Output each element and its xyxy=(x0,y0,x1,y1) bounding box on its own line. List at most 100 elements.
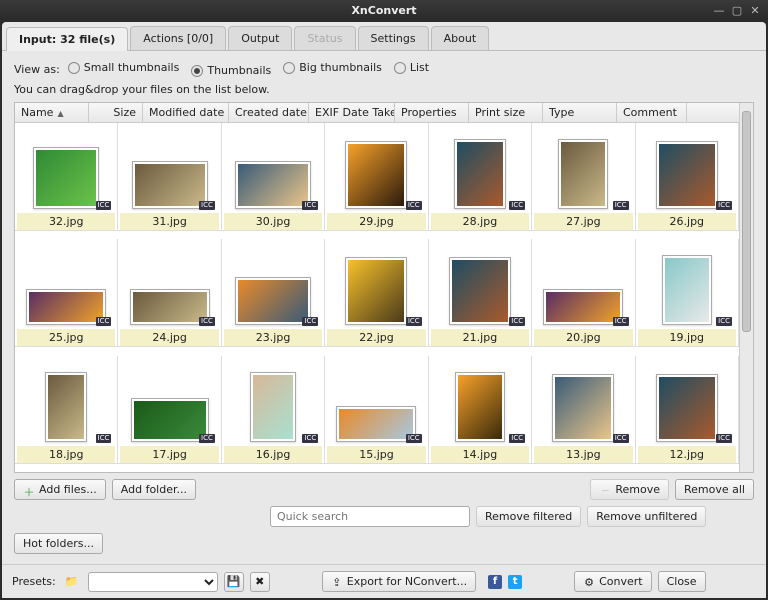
column-name[interactable]: Name▲ xyxy=(15,103,89,122)
file-name: 14.jpg xyxy=(431,446,529,463)
thumbnail-cell[interactable]: ICC28.jpg xyxy=(429,123,532,231)
file-name: 24.jpg xyxy=(120,329,218,346)
close-button[interactable]: Close xyxy=(658,571,706,592)
thumbnail-cell[interactable]: ICC25.jpg xyxy=(15,239,118,347)
icc-badge: ICC xyxy=(96,201,112,210)
export-button[interactable]: ⇪Export for NConvert... xyxy=(322,571,476,592)
thumbnail-cell[interactable]: ICC18.jpg xyxy=(15,356,118,464)
thumbnail-cell[interactable]: ICC15.jpg xyxy=(325,356,428,464)
thumbnail-image xyxy=(662,255,712,325)
file-name: 13.jpg xyxy=(534,446,632,463)
convert-button[interactable]: ⚙Convert xyxy=(574,571,652,592)
thumbnail-image xyxy=(45,372,87,442)
export-icon: ⇪ xyxy=(331,576,343,588)
thumbnail-cell[interactable]: ICC29.jpg xyxy=(325,123,428,231)
thumbnail-cell[interactable]: ICC12.jpg xyxy=(636,356,739,464)
thumbnail-cell[interactable]: ICC14.jpg xyxy=(429,356,532,464)
thumbnails-grid[interactable]: ICC32.jpgICC31.jpgICC30.jpgICC29.jpgICC2… xyxy=(15,123,739,472)
folder-icon[interactable]: 📁 xyxy=(62,572,82,592)
tab-input[interactable]: Input: 32 file(s) xyxy=(6,27,128,51)
remove-all-button[interactable]: Remove all xyxy=(675,479,754,500)
thumbnail-image xyxy=(250,372,296,442)
icc-badge: ICC xyxy=(96,317,112,326)
icc-badge: ICC xyxy=(302,201,318,210)
twitter-icon[interactable]: t xyxy=(508,575,522,589)
view-radio-list[interactable]: List xyxy=(394,61,429,74)
icc-badge: ICC xyxy=(613,434,629,443)
tab-actions[interactable]: Actions [0/0] xyxy=(130,26,226,50)
file-name: 30.jpg xyxy=(224,213,322,230)
file-table: Name▲SizeModified dateCreated dateEXIF D… xyxy=(14,102,754,473)
thumbnail-cell[interactable]: ICC27.jpg xyxy=(532,123,635,231)
vertical-scrollbar[interactable] xyxy=(739,103,753,472)
icc-badge: ICC xyxy=(302,434,318,443)
thumbnail-cell[interactable]: ICC 30.jpg xyxy=(222,123,325,231)
column-exif-date-take[interactable]: EXIF Date Take xyxy=(309,103,395,122)
file-name: 26.jpg xyxy=(638,213,736,230)
thumbnail-cell[interactable]: ICC21.jpg xyxy=(429,239,532,347)
thumbnail-image xyxy=(552,374,614,442)
plus-icon: ＋ xyxy=(23,484,35,496)
tab-output[interactable]: Output xyxy=(228,26,292,50)
minimize-icon[interactable]: — xyxy=(712,3,726,17)
thumbnail-cell[interactable]: ICC 16.jpg xyxy=(222,356,325,464)
presets-select[interactable] xyxy=(88,572,218,592)
file-name: 31.jpg xyxy=(120,213,218,230)
input-panel: View as: Small thumbnails Thumbnails Big t… xyxy=(2,51,766,564)
remove-filtered-button[interactable]: Remove filtered xyxy=(476,506,581,527)
view-radio-big-thumbnails[interactable]: Big thumbnails xyxy=(283,61,382,74)
file-name: 16.jpg xyxy=(224,446,322,463)
add-files-button[interactable]: ＋Add files... xyxy=(14,479,106,500)
thumbnail-cell[interactable]: ICC20.jpg xyxy=(532,239,635,347)
thumbnail-cell[interactable]: ICC32.jpg xyxy=(15,123,118,231)
file-name: 17.jpg xyxy=(120,446,218,463)
column-comment[interactable]: Comment xyxy=(617,103,687,122)
icc-badge: ICC xyxy=(199,201,215,210)
maximize-icon[interactable]: ▢ xyxy=(730,3,744,17)
file-buttons-row: ＋Add files... Add folder... −Remove Remo… xyxy=(14,479,754,500)
column-properties[interactable]: Properties xyxy=(395,103,469,122)
view-radio-small-thumbnails[interactable]: Small thumbnails xyxy=(68,61,180,74)
tab-settings[interactable]: Settings xyxy=(358,26,429,50)
icc-badge: ICC xyxy=(716,317,732,326)
search-input[interactable] xyxy=(270,506,470,527)
file-name: 27.jpg xyxy=(534,213,632,230)
column-modified-date[interactable]: Modified date xyxy=(143,103,229,122)
thumbnail-cell[interactable]: ICC22.jpg xyxy=(325,239,428,347)
remove-unfiltered-button[interactable]: Remove unfiltered xyxy=(587,506,706,527)
thumbnail-cell[interactable]: ICC26.jpg xyxy=(636,123,739,231)
thumbnail-image xyxy=(449,257,511,325)
tab-about[interactable]: About xyxy=(431,26,490,50)
view-radio-thumbnails[interactable]: Thumbnails xyxy=(191,64,271,77)
thumbnail-image xyxy=(454,139,506,209)
window-title: XnConvert xyxy=(258,4,510,17)
thumbnail-image xyxy=(558,139,608,209)
column-created-date[interactable]: Created date xyxy=(229,103,309,122)
icc-badge: ICC xyxy=(406,434,422,443)
hot-folders-button[interactable]: Hot folders... xyxy=(14,533,103,554)
delete-preset-icon[interactable]: ✖ xyxy=(250,572,270,592)
save-preset-icon[interactable]: 💾 xyxy=(224,572,244,592)
minus-icon: − xyxy=(599,484,611,496)
thumbnail-cell[interactable]: ICC17.jpg xyxy=(118,356,221,464)
view-as-label: View as: xyxy=(14,63,60,76)
thumbnail-cell[interactable]: ICC19.jpg xyxy=(636,239,739,347)
thumbnail-image xyxy=(656,374,718,442)
icc-badge: ICC xyxy=(199,317,215,326)
remove-button[interactable]: −Remove xyxy=(590,479,669,500)
thumbnail-cell[interactable]: ICC23.jpg xyxy=(222,239,325,347)
facebook-icon[interactable]: f xyxy=(488,575,502,589)
icc-badge: ICC xyxy=(302,317,318,326)
file-name: 22.jpg xyxy=(327,329,425,346)
column-size[interactable]: Size xyxy=(89,103,143,122)
add-folder-button[interactable]: Add folder... xyxy=(112,479,196,500)
column-type[interactable]: Type xyxy=(543,103,617,122)
icc-badge: ICC xyxy=(509,317,525,326)
close-icon[interactable]: ✕ xyxy=(748,3,762,17)
tab-status: Status xyxy=(294,26,355,50)
column-print-size[interactable]: Print size xyxy=(469,103,543,122)
thumbnail-cell[interactable]: ICC 31.jpg xyxy=(118,123,221,231)
thumbnail-cell[interactable]: ICC 24.jpg xyxy=(118,239,221,347)
thumbnail-cell[interactable]: ICC 13.jpg xyxy=(532,356,635,464)
thumbnail-image xyxy=(130,289,210,325)
